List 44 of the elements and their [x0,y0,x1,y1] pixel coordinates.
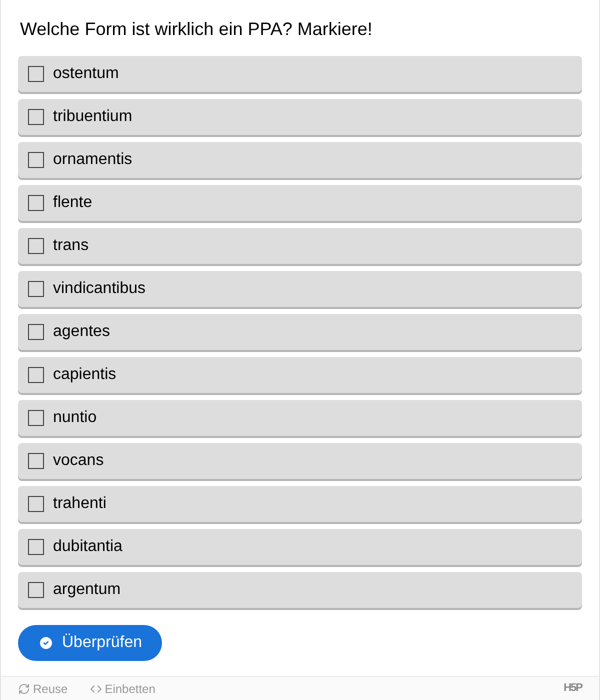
answer-option[interactable]: trans [18,228,582,264]
checkbox[interactable] [28,281,44,297]
checkbox[interactable] [28,195,44,211]
answer-option[interactable]: ostentum [18,56,582,92]
checkbox[interactable] [28,324,44,340]
answer-label: tribuentium [53,107,132,127]
checkbox[interactable] [28,66,44,82]
answer-label: nuntio [53,408,97,428]
checkbox[interactable] [28,109,44,125]
checkbox[interactable] [28,410,44,426]
answer-option[interactable]: trahenti [18,486,582,522]
answer-label: ornamentis [53,150,132,170]
answer-label: dubitantia [53,537,122,557]
checkbox[interactable] [28,453,44,469]
checkbox[interactable] [28,582,44,598]
answer-label: trahenti [53,494,106,514]
refresh-icon [18,682,30,694]
answer-label: trans [53,236,89,256]
answer-label: vocans [53,451,104,471]
answer-label: agentes [53,322,110,342]
answer-option[interactable]: capientis [18,357,582,393]
answer-label: capientis [53,365,116,385]
answer-option[interactable]: argentum [18,572,582,608]
answer-option[interactable]: nuntio [18,400,582,436]
checkbox[interactable] [28,496,44,512]
answer-option[interactable]: ornamentis [18,142,582,178]
answer-label: flente [53,193,92,213]
checkbox[interactable] [28,238,44,254]
checkbox[interactable] [28,367,44,383]
answer-option[interactable]: flente [18,185,582,221]
checkbox[interactable] [28,539,44,555]
answer-option[interactable]: vocans [18,443,582,479]
checkbox[interactable] [28,152,44,168]
answer-option[interactable]: agentes [18,314,582,350]
answer-option[interactable]: vindicantibus [18,271,582,307]
answer-label: vindicantibus [53,279,146,299]
answer-option[interactable]: dubitantia [18,529,582,565]
answer-label: argentum [53,580,121,600]
check-icon [38,635,54,651]
code-icon [90,682,102,694]
check-button[interactable]: Überprüfen [18,625,162,661]
answer-label: ostentum [53,64,119,84]
answer-option[interactable]: tribuentium [18,99,582,135]
question-text: Welche Form ist wirklich ein PPA? Markiere! [19,18,374,41]
